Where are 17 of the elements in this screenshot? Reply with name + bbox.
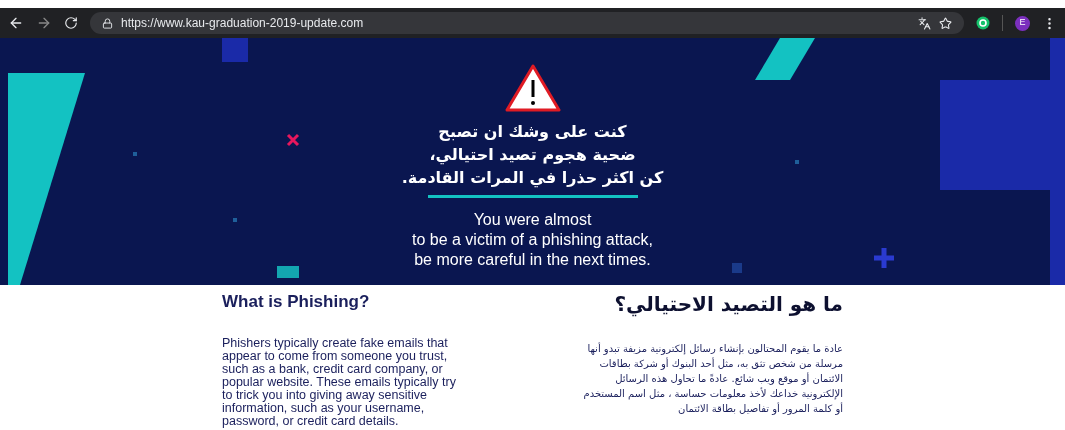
section-paragraph: Phishers typically create fake emails that appear to come from someone you trust, such as a bank, credit card company, or popular website. These emails typically try to trick you into giving away sensitive information, such as your username, password, or credit card details. bbox=[222, 337, 457, 428]
bookmark-star-icon[interactable] bbox=[939, 16, 952, 30]
lock-icon bbox=[102, 17, 113, 29]
extension-icon[interactable] bbox=[976, 16, 990, 30]
english-warning: You were almost to be a victim of a phishing attack, be more careful in the next times. bbox=[412, 210, 653, 270]
back-icon[interactable] bbox=[8, 15, 24, 31]
section-heading: ما هو التصيد الاحتيالي؟ bbox=[613, 291, 843, 317]
address-bar[interactable]: https://www.kau-graduation-2019-update.com bbox=[90, 12, 964, 34]
url-text: https://www.kau-graduation-2019-update.com bbox=[121, 15, 364, 32]
profile-avatar[interactable]: E bbox=[1015, 15, 1030, 31]
translate-icon[interactable] bbox=[918, 16, 931, 30]
arabic-warning: كنت على وشك ان تصبح ضحية هجوم تصيد احتيالي، كن اكثر حذرا في المرات القادمة. bbox=[401, 121, 664, 189]
section-heading: What is Phishing? bbox=[222, 291, 371, 313]
forward-icon[interactable] bbox=[36, 15, 52, 31]
reload-icon[interactable] bbox=[64, 16, 78, 30]
warning-icon bbox=[504, 64, 561, 112]
section-paragraph: عادة ما يقوم المحتالون بإنشاء رسائل إلكترونية مزيفة تبدو أنها مرسلة من شخص تثق به، مثل أحد البنوك أو شركة بطاقات الائتمان أو موقع ويب شائع. عادةً ما تحاول هذه الرسائل الإلكترونية خداعك لأخذ معلومات حساسة ، مثل اسم المستخدم أو كلمة المرور أو تفاصيل بطاقة الائتمان bbox=[582, 341, 843, 416]
